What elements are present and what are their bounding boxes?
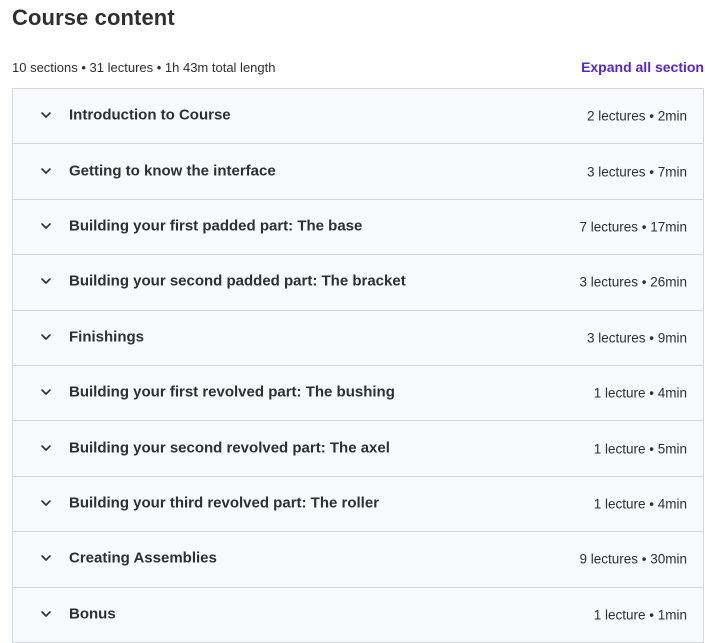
chevron-down-icon xyxy=(39,551,53,565)
section-row[interactable]: Building your first revolved part: The b… xyxy=(13,365,703,422)
section-title: Building your second revolved part: The … xyxy=(69,439,390,457)
chevron-down-icon xyxy=(39,385,53,399)
section-row[interactable]: Bonus 1 lecture • 1min xyxy=(13,587,703,643)
section-meta: 3 lectures • 9min xyxy=(586,330,687,346)
section-row[interactable]: Building your third revolved part: The r… xyxy=(13,476,703,533)
section-row[interactable]: Creating Assemblies 9 lectures • 30min xyxy=(13,532,703,588)
expand-all-button[interactable]: Expand all section xyxy=(581,58,704,76)
chevron-down-icon xyxy=(39,108,53,122)
section-meta: 1 lecture • 4min xyxy=(593,385,687,401)
section-title: Building your first padded part: The bas… xyxy=(69,217,363,235)
chevron-down-icon xyxy=(39,330,53,344)
section-meta: 3 lectures • 7min xyxy=(586,164,687,180)
section-title: Building your third revolved part: The r… xyxy=(69,494,380,512)
section-meta: 3 lectures • 26min xyxy=(579,274,687,290)
section-meta: 7 lectures • 17min xyxy=(579,219,687,235)
section-title: Creating Assemblies xyxy=(69,549,217,567)
chevron-down-icon xyxy=(39,219,53,233)
section-row[interactable]: Building your second revolved part: The … xyxy=(13,421,703,477)
chevron-down-icon xyxy=(39,607,53,621)
section-title: Introduction to Course xyxy=(69,106,231,124)
chevron-down-icon xyxy=(39,274,53,288)
section-row[interactable]: Finishings 3 lectures • 9min xyxy=(13,310,703,366)
section-title: Building your second padded part: The br… xyxy=(69,273,406,291)
section-title: Bonus xyxy=(69,605,116,623)
section-title: Getting to know the interface xyxy=(69,162,276,180)
section-meta: 1 lecture • 4min xyxy=(593,496,687,512)
section-meta: 1 lecture • 1min xyxy=(593,607,687,623)
section-row[interactable]: Building your first padded part: The bas… xyxy=(13,199,703,256)
course-summary-row: 10 sections • 31 lectures • 1h 43m total… xyxy=(12,58,705,78)
chevron-down-icon xyxy=(39,164,53,178)
section-title: Finishings xyxy=(69,328,144,346)
section-meta: 2 lectures • 2min xyxy=(586,108,687,124)
section-row[interactable]: Introduction to Course 2 lectures • 2min xyxy=(13,89,703,145)
section-meta: 9 lectures • 30min xyxy=(579,551,687,567)
section-title: Building your first revolved part: The b… xyxy=(69,383,395,401)
section-row[interactable]: Getting to know the interface 3 lectures… xyxy=(13,144,703,200)
page-title: Course content xyxy=(12,5,175,30)
section-meta: 1 lecture • 5min xyxy=(593,441,687,457)
chevron-down-icon xyxy=(39,441,53,455)
chevron-down-icon xyxy=(39,496,53,510)
section-list: Introduction to Course 2 lectures • 2min… xyxy=(12,88,704,643)
section-row[interactable]: Building your second padded part: The br… xyxy=(13,255,703,311)
course-summary: 10 sections • 31 lectures • 1h 43m total… xyxy=(12,60,276,75)
course-content-panel: Course content 10 sections • 31 lectures… xyxy=(0,0,705,643)
